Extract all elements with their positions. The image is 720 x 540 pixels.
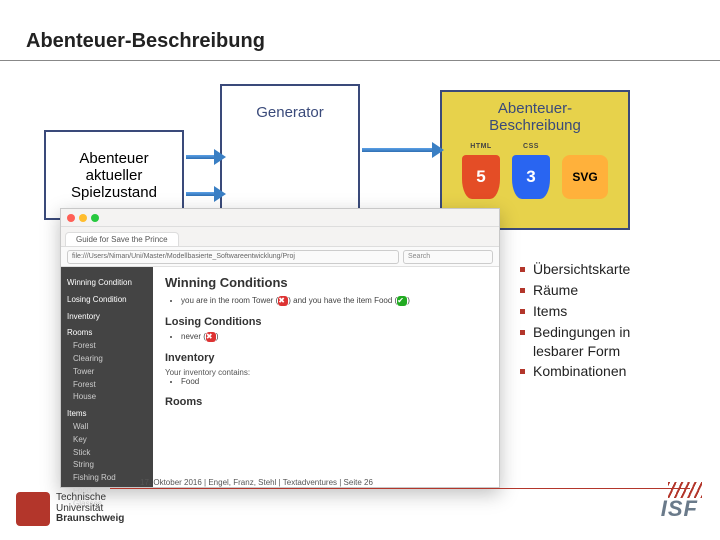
text: Bedingungen in (533, 324, 630, 340)
close-icon[interactable] (67, 214, 75, 222)
html5-number: 5 (476, 167, 485, 187)
text: ) (216, 332, 219, 341)
tab-bar: Guide for Save the Prince (61, 227, 499, 247)
footer-rule (110, 488, 690, 489)
text: ) (407, 296, 410, 305)
sidebar-header-items: Items (67, 408, 147, 421)
inventory-item: Food (181, 377, 487, 386)
box-abenteuer: Abenteuer aktueller Spielzustand (44, 130, 184, 220)
inventory-intro: Your inventory contains: (165, 368, 487, 377)
heading-rooms: Rooms (165, 396, 487, 408)
win-condition-item: you are in the room Tower (✖) and you ha… (181, 296, 487, 306)
sidebar-link[interactable]: Tower (67, 366, 147, 379)
minimize-icon[interactable] (79, 214, 87, 222)
bullet-icon (520, 309, 525, 314)
footer-text: 17. Oktober 2016 | Engel, Franz, Stehl |… (140, 478, 373, 487)
zoom-icon[interactable] (91, 214, 99, 222)
text: lesbarer Form (533, 343, 620, 359)
bullet-text: Räume (533, 281, 578, 300)
box-right-line1: Abenteuer- (489, 100, 581, 117)
sidebar-link[interactable]: Stick (67, 447, 147, 460)
sidebar-link[interactable]: Fishing Rod (67, 472, 147, 485)
tu-line3: Braunschweig (56, 514, 124, 525)
x-icon: ✖ (206, 332, 216, 342)
bullet-text: Kombinationen (533, 362, 626, 381)
bullet-text: Items (533, 302, 567, 321)
sidebar-link[interactable]: Clearing (67, 353, 147, 366)
html5-icon: HTML 5 (462, 155, 500, 199)
box-generator: Generator (220, 84, 360, 224)
box-left-line2: aktueller (86, 167, 143, 184)
bullet-icon (520, 330, 525, 335)
heading-inventory: Inventory (165, 352, 487, 364)
box-left-line3: Spielzustand (71, 184, 157, 201)
url-bar-row: file:///Users/Niman/Uni/Master/Modellbas… (61, 247, 499, 267)
css3-number: 3 (526, 167, 535, 187)
css3-icon: CSS 3 (512, 155, 550, 199)
check-icon: ✔ (397, 296, 407, 306)
window-traffic-lights (61, 209, 499, 227)
text: ) and you have the item Food ( (288, 296, 397, 305)
text: you are in the room Tower ( (181, 296, 278, 305)
lose-condition-item: never (✖) (181, 332, 487, 342)
title-rule (0, 60, 720, 61)
arrow-mid-to-right (362, 148, 434, 152)
sidebar-link[interactable]: Forest (67, 379, 147, 392)
search-input[interactable]: Search (403, 250, 493, 264)
svg-icon: SVG (562, 155, 608, 199)
sidebar-header-rooms: Rooms (67, 327, 147, 340)
doc-sidebar: Winning Condition Losing Condition Inven… (61, 267, 153, 487)
sidebar-link[interactable]: Winning Condition (67, 277, 147, 290)
arrow-left-to-mid-1 (186, 155, 216, 159)
html5-top-label: HTML (462, 143, 500, 150)
sidebar-link[interactable]: Inventory (67, 311, 147, 324)
tu-seal-icon (16, 492, 50, 526)
bullet-text: Bedingungen in lesbarer Form (533, 323, 630, 361)
sidebar-link[interactable]: Key (67, 434, 147, 447)
box-right-line2: Beschreibung (489, 117, 581, 134)
heading-winning: Winning Conditions (165, 275, 487, 290)
sidebar-link[interactable]: String (67, 459, 147, 472)
browser-tab[interactable]: Guide for Save the Prince (65, 232, 179, 246)
x-icon: ✖ (278, 296, 288, 306)
feature-bullets: Übersichtskarte Räume Items Bedingungen … (520, 260, 630, 383)
arrow-left-to-mid-2 (186, 192, 216, 196)
heading-losing: Losing Conditions (165, 316, 487, 328)
browser-window: Guide for Save the Prince file:///Users/… (60, 208, 500, 488)
tu-braunschweig-logo: Technische Universität Braunschweig (16, 492, 124, 526)
text: never ( (181, 332, 206, 341)
bullet-text: Übersichtskarte (533, 260, 630, 279)
sidebar-link[interactable]: House (67, 391, 147, 404)
css3-top-label: CSS (512, 143, 550, 150)
bullet-icon (520, 369, 525, 374)
sidebar-link[interactable]: Losing Condition (67, 294, 147, 307)
sidebar-link[interactable]: Wall (67, 421, 147, 434)
url-field[interactable]: file:///Users/Niman/Uni/Master/Modellbas… (67, 250, 399, 264)
bullet-icon (520, 267, 525, 272)
svg-label: SVG (572, 170, 597, 184)
isf-logo: ISF (661, 496, 698, 522)
bullet-icon (520, 288, 525, 293)
box-left-line1: Abenteuer (79, 150, 148, 167)
box-mid-label: Generator (256, 104, 324, 121)
sidebar-link[interactable]: Forest (67, 340, 147, 353)
slide-title: Abenteuer-Beschreibung (26, 30, 265, 53)
tech-logos: HTML 5 CSS 3 SVG (462, 155, 608, 199)
doc-content: Winning Conditions you are in the room T… (153, 267, 499, 487)
